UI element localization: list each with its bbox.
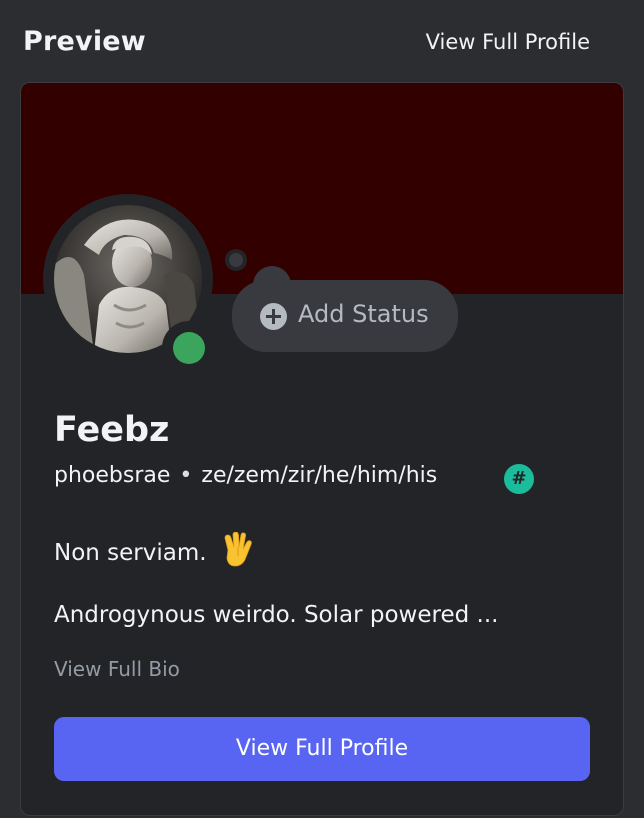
bio-line-1: Non serviam.: [54, 531, 254, 574]
vulcan-salute-emoji-icon: [222, 531, 254, 574]
thought-bubble-small: [225, 249, 247, 271]
bio-text-1: Non serviam.: [54, 540, 207, 566]
bio-line-2: Androgynous weirdo. Solar powered ...: [54, 602, 499, 628]
pronouns: ze/zem/zir/he/him/his: [201, 463, 438, 488]
display-name: Feebz: [54, 410, 170, 450]
user-info-line: phoebsrae • ze/zem/zir/he/him/his: [54, 463, 437, 488]
view-full-profile-button[interactable]: View Full Profile: [54, 717, 590, 781]
add-status-label: Add Status: [298, 300, 429, 328]
preview-header: Preview View Full Profile: [0, 0, 644, 82]
view-full-profile-link[interactable]: View Full Profile: [426, 30, 590, 54]
hashtag-badge-icon[interactable]: #: [504, 464, 534, 494]
profile-card: Add Status Feebz phoebsrae • ze/zem/zir/he…: [20, 82, 624, 816]
add-status-button[interactable]: Add Status: [232, 280, 458, 352]
online-status-ring: [162, 321, 216, 375]
plus-circle-icon: [260, 303, 287, 330]
separator-dot: •: [179, 463, 193, 488]
online-status-dot: [173, 332, 205, 364]
username: phoebsrae: [54, 463, 171, 488]
view-full-bio-link[interactable]: View Full Bio: [54, 657, 180, 681]
preview-title: Preview: [23, 26, 146, 57]
